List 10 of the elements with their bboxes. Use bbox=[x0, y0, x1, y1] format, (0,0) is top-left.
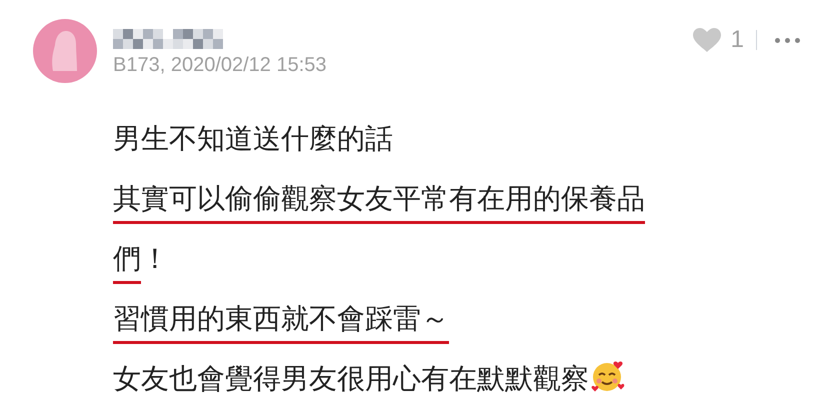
comment-meta: B173, 2020/02/12 15:53 bbox=[113, 55, 327, 75]
underlined-text: 其實可以偷偷觀察女友平常有在用的保養品 bbox=[113, 176, 645, 224]
like-button[interactable]: 1 bbox=[692, 22, 744, 58]
smiling-face-hearts-icon bbox=[591, 359, 625, 393]
comment-text: ！ bbox=[141, 242, 169, 276]
avatar bbox=[33, 19, 97, 83]
underlined-text: 習慣用的東西就不會踩雷～ bbox=[113, 296, 449, 344]
underlined-text: 們 bbox=[113, 236, 141, 284]
comment-text: 女友也會覺得男友很用心有在默默觀察 bbox=[113, 362, 589, 396]
comment-text: 男生不知道送什麼的話 bbox=[113, 122, 393, 156]
